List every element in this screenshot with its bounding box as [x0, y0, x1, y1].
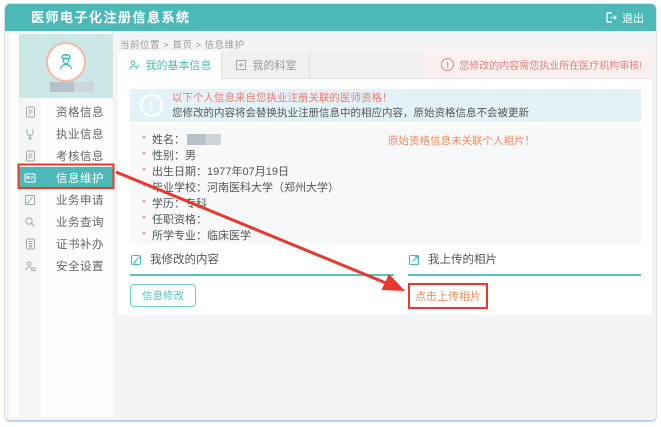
sidebar-item-label: 考核信息: [56, 148, 104, 164]
tab-my-department[interactable]: 我的科室: [222, 51, 310, 78]
required-marker: *: [142, 150, 148, 161]
tab-label: 我的科室: [253, 57, 297, 73]
required-marker: *: [142, 166, 148, 177]
breadcrumb: 当前位置 > 首页 > 信息维护: [120, 37, 245, 51]
field-label: 性别：: [152, 147, 185, 163]
field-label: 毕业学校：: [152, 179, 207, 195]
image-icon: [408, 253, 421, 266]
sidebar-item-label: 业务申请: [56, 192, 104, 208]
logout-label: 退出: [622, 10, 644, 26]
stethoscope-icon: [19, 128, 41, 140]
upload-photo-link[interactable]: 点击上传相片: [415, 291, 481, 303]
info-circle-icon: !: [140, 94, 163, 117]
tab-content: ! 以下个人信息来自您执业注册关联的医师资格！ 您修改的内容将会替换执业注册信息…: [118, 79, 652, 315]
basic-info-fields: * 姓名： * 性别： 男 * 出生日期： 1977年07月19日: [130, 125, 641, 243]
info-notice: ! 以下个人信息来自您执业注册关联的医师资格！ 您修改的内容将会替换执业注册信息…: [130, 89, 641, 122]
photo-warning: 原始资格信息未关联个人相片！: [388, 133, 535, 148]
app-header: 医师电子化注册信息系统 退出: [5, 4, 656, 31]
redacted-name-value: [187, 134, 221, 145]
sidebar-item-certificate-reissue[interactable]: 证书补办: [19, 233, 113, 255]
sidebar-menu: 资格信息 执业信息 考核信息 信息维护 业务申请: [19, 101, 113, 277]
field-label: 任职资格：: [152, 211, 207, 227]
field-birthdate: * 出生日期： 1977年07月19日: [142, 163, 641, 179]
uploaded-photo-section: 我上传的相片 点击上传相片: [408, 251, 641, 309]
info-notice-line1: 以下个人信息来自您执业注册关联的医师资格！: [172, 91, 529, 106]
sidebar-item-label: 业务查询: [56, 214, 104, 230]
required-marker: *: [142, 230, 148, 241]
field-major: * 所学专业： 临床医学: [142, 227, 641, 243]
edit-square-icon: [130, 253, 143, 266]
field-value: 临床医学: [207, 227, 251, 243]
sidebar-item-business-query[interactable]: 业务查询: [19, 211, 113, 233]
sidebar-item-info-maintenance[interactable]: 信息维护: [19, 167, 113, 189]
section-title: 我修改的内容: [150, 251, 219, 267]
avatar-block: [19, 34, 113, 98]
form-edit-icon: [19, 194, 41, 206]
tab-bar: 我的基本信息 我的科室 ! 您修改的内容需您执业所在医疗机构审核!: [118, 51, 652, 79]
field-value: 河南医科大学（郑州大学）: [207, 179, 339, 195]
field-label: 所学专业：: [152, 227, 207, 243]
sidebar-item-label: 安全设置: [56, 258, 104, 274]
sidebar: 资格信息 执业信息 考核信息 信息维护 业务申请: [9, 31, 113, 417]
field-label: 学历：: [152, 195, 185, 211]
bottom-sections: 我修改的内容 信息修改 我上传的相片 点击上传相片: [130, 251, 641, 309]
sidebar-item-label: 信息维护: [56, 170, 104, 186]
field-gender: * 性别： 男: [142, 147, 641, 163]
field-education: * 学历： 专科: [142, 195, 641, 211]
upload-photo-annotation-box: 点击上传相片: [408, 283, 488, 309]
sidebar-item-security-settings[interactable]: 安全设置: [19, 255, 113, 277]
info-notice-line2: 您修改的内容将会替换执业注册信息中的相应内容，原始资格信息不会被更新: [172, 106, 529, 121]
modify-info-button[interactable]: 信息修改: [130, 284, 196, 307]
field-label: 姓名：: [152, 131, 185, 147]
sidebar-item-label: 资格信息: [56, 104, 104, 120]
sidebar-item-assessment-info[interactable]: 考核信息: [19, 145, 113, 167]
required-marker: *: [142, 134, 148, 145]
sidebar-item-practice-info[interactable]: 执业信息: [19, 123, 113, 145]
redacted-user-name: [50, 82, 94, 92]
required-marker: *: [142, 182, 148, 193]
field-graduate-school: * 毕业学校： 河南医科大学（郑州大学）: [142, 179, 641, 195]
document-icon: [19, 150, 41, 162]
modified-content-header: 我修改的内容: [130, 251, 394, 276]
user-lock-icon: [19, 260, 41, 272]
exit-icon: [604, 11, 617, 24]
app-window: 医师电子化注册信息系统 退出: [0, 0, 661, 427]
field-label: 出生日期：: [152, 163, 207, 179]
field-value: 男: [185, 147, 196, 163]
uploaded-photo-header: 我上传的相片: [408, 251, 641, 276]
search-icon: [19, 216, 41, 228]
field-value: 专科: [185, 195, 207, 211]
plus-square-icon: [235, 59, 247, 71]
required-marker: *: [142, 198, 148, 209]
audit-notice-text: 您修改的内容需您执业所在医疗机构审核!: [459, 57, 642, 72]
user-edit-icon: [128, 59, 140, 71]
avatar: [46, 42, 86, 82]
tab-my-basic-info[interactable]: 我的基本信息: [118, 51, 222, 79]
sidebar-item-business-apply[interactable]: 业务申请: [19, 189, 113, 211]
document-icon: [19, 106, 41, 118]
required-marker: *: [142, 214, 148, 225]
sidebar-item-label: 执业信息: [56, 126, 104, 142]
section-title: 我上传的相片: [428, 251, 497, 267]
certificate-icon: [19, 238, 41, 250]
id-photo-icon: [19, 172, 41, 184]
app-title: 医师电子化注册信息系统: [31, 4, 191, 31]
alert-circle-icon: !: [441, 58, 454, 71]
doctor-icon: [55, 51, 77, 73]
browser-frame: 医师电子化注册信息系统 退出: [4, 3, 657, 422]
sidebar-item-label: 证书补办: [56, 236, 104, 252]
modified-content-section: 我修改的内容 信息修改: [130, 251, 394, 309]
field-job-qualification: * 任职资格：: [142, 211, 641, 227]
field-value: 1977年07月19日: [207, 163, 289, 179]
main-card: 我的基本信息 我的科室 ! 您修改的内容需您执业所在医疗机构审核! !: [118, 51, 652, 315]
audit-notice: ! 您修改的内容需您执业所在医疗机构审核!: [422, 51, 652, 78]
logout-button[interactable]: 退出: [604, 4, 644, 31]
tab-label: 我的基本信息: [146, 57, 212, 73]
sidebar-item-qualification-info[interactable]: 资格信息: [19, 101, 113, 123]
